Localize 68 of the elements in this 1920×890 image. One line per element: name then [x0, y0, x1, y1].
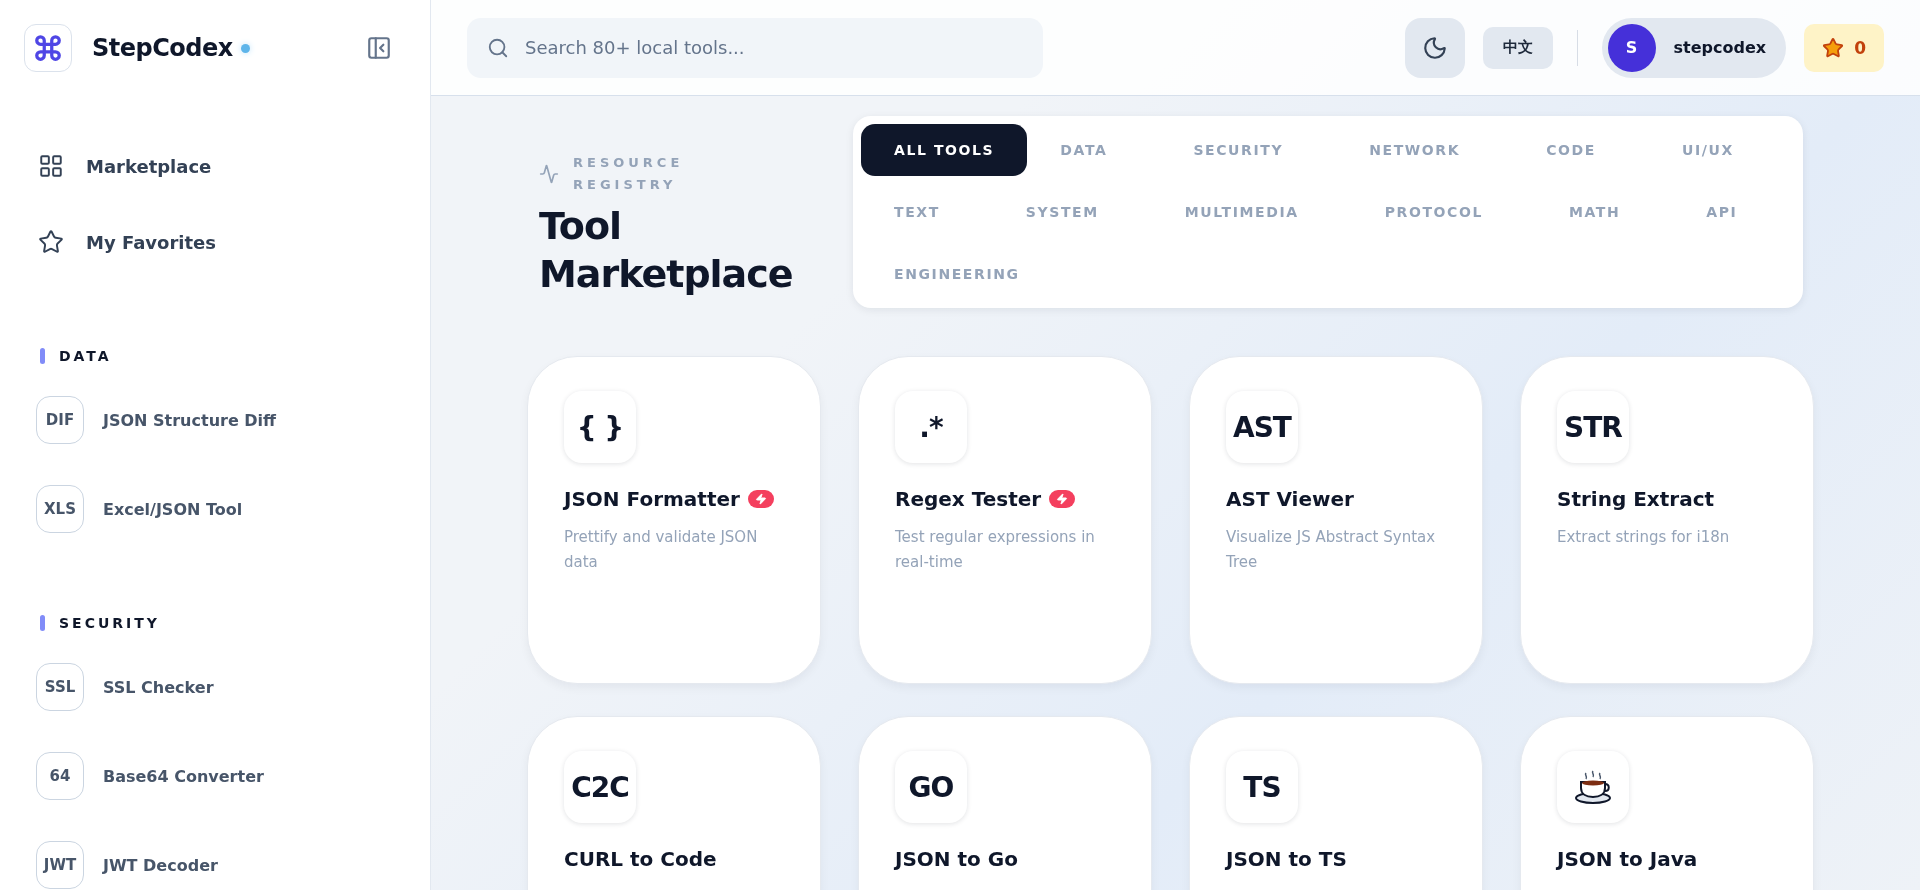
tool-description: Visualize JS Abstract Syntax Tree	[1226, 527, 1437, 573]
tool-card[interactable]: TS JSON to TS	[1189, 716, 1483, 890]
tool-title: Regex Tester	[895, 487, 1042, 511]
page-title: Tool Marketplace	[539, 203, 794, 298]
user-menu-button[interactable]: S stepcodex	[1601, 17, 1787, 78]
tool-description: Prettify and validate JSON data	[564, 527, 759, 573]
tool-icon: AST	[1226, 391, 1298, 463]
collapse-sidebar-button[interactable]	[366, 35, 392, 61]
nav-item[interactable]: My Favorites	[38, 218, 430, 266]
tool-icon: TS	[1226, 751, 1298, 823]
tool-badge: XLS	[36, 485, 84, 533]
star-icon	[1822, 36, 1845, 59]
tool-name: JWT Decoder	[103, 855, 218, 875]
tool-card[interactable]: .* Regex Tester Test regular expressions in real-time	[858, 356, 1152, 684]
section-title: DATA	[59, 348, 112, 364]
sidebar-item[interactable]: 64 Base64 Converter	[36, 752, 430, 800]
tool-title: CURL to Code	[564, 847, 717, 871]
tool-title: AST Viewer	[1226, 487, 1354, 511]
section-marker	[40, 615, 45, 631]
tool-description: Extract strings for i18n	[1557, 527, 1731, 548]
tool-badge: SSL	[36, 663, 84, 711]
tool-icon: STR	[1557, 391, 1629, 463]
tool-icon: { }	[564, 391, 636, 463]
tool-badge: JWT	[36, 841, 84, 889]
section-title: SECURITY	[59, 615, 160, 631]
language-button[interactable]: 中文	[1482, 26, 1553, 69]
search-icon	[487, 36, 509, 59]
status-dot	[240, 43, 250, 53]
star-icon	[38, 229, 64, 255]
tool-card[interactable]: AST AST Viewer Visualize JS Abstract Syntax Tree	[1189, 356, 1483, 684]
tool-name: JSON Structure Diff	[103, 410, 277, 430]
tool-icon: C2C	[564, 751, 636, 823]
sidebar-item[interactable]: XLS Excel/JSON Tool	[36, 485, 430, 533]
user-avatar: S	[1607, 23, 1656, 72]
eyebrow-label: RESOURCE REGISTRY	[573, 154, 685, 194]
grid-icon	[38, 153, 64, 179]
tool-title: JSON to Go	[895, 847, 1018, 871]
pulse-icon	[539, 164, 559, 184]
tool-badge: 64	[36, 752, 84, 800]
theme-toggle-button[interactable]	[1404, 17, 1465, 78]
tool-card[interactable]: { } JSON Formatter Prettify and validate JSON data	[527, 356, 821, 684]
tool-icon: GO	[895, 751, 967, 823]
brand-name: StepCodex	[92, 34, 233, 62]
tool-icon: .*	[895, 391, 967, 463]
tool-name: Excel/JSON Tool	[103, 499, 243, 519]
tool-title: JSON to Java	[1557, 847, 1698, 871]
tool-description: Test regular expressions in real-time	[895, 527, 1096, 573]
tool-name: Base64 Converter	[103, 766, 264, 786]
search-field[interactable]: Search 80+ local tools...	[467, 17, 1043, 78]
sidebar-item[interactable]: DIF JSON Structure Diff	[36, 396, 430, 444]
tool-card[interactable]: C2C CURL to Code	[527, 716, 821, 890]
tool-badge: DIF	[36, 396, 84, 444]
tool-title: JSON to TS	[1226, 847, 1347, 871]
section-marker	[40, 348, 45, 364]
category-tab[interactable]: ALL TOOLS	[861, 124, 1028, 176]
tool-card[interactable]: GO JSON to Go	[858, 716, 1152, 890]
tool-name: SSL Checker	[103, 677, 214, 697]
tool-card[interactable]: JSON to Java	[1520, 716, 1814, 890]
logo-icon	[24, 24, 72, 72]
coffee-cup-icon	[1573, 769, 1613, 805]
moon-icon	[1421, 34, 1448, 61]
sidebar-item[interactable]: JWT JWT Decoder	[36, 841, 430, 889]
sidebar-item[interactable]: SSL SSL Checker	[36, 663, 430, 711]
tool-title: String Extract	[1557, 487, 1715, 511]
tool-card[interactable]: STR String Extract Extract strings for i18n	[1520, 356, 1814, 684]
nav-item[interactable]: Marketplace	[38, 142, 430, 190]
favorites-button[interactable]: 0	[1804, 23, 1884, 72]
tool-title: JSON Formatter	[564, 487, 740, 511]
